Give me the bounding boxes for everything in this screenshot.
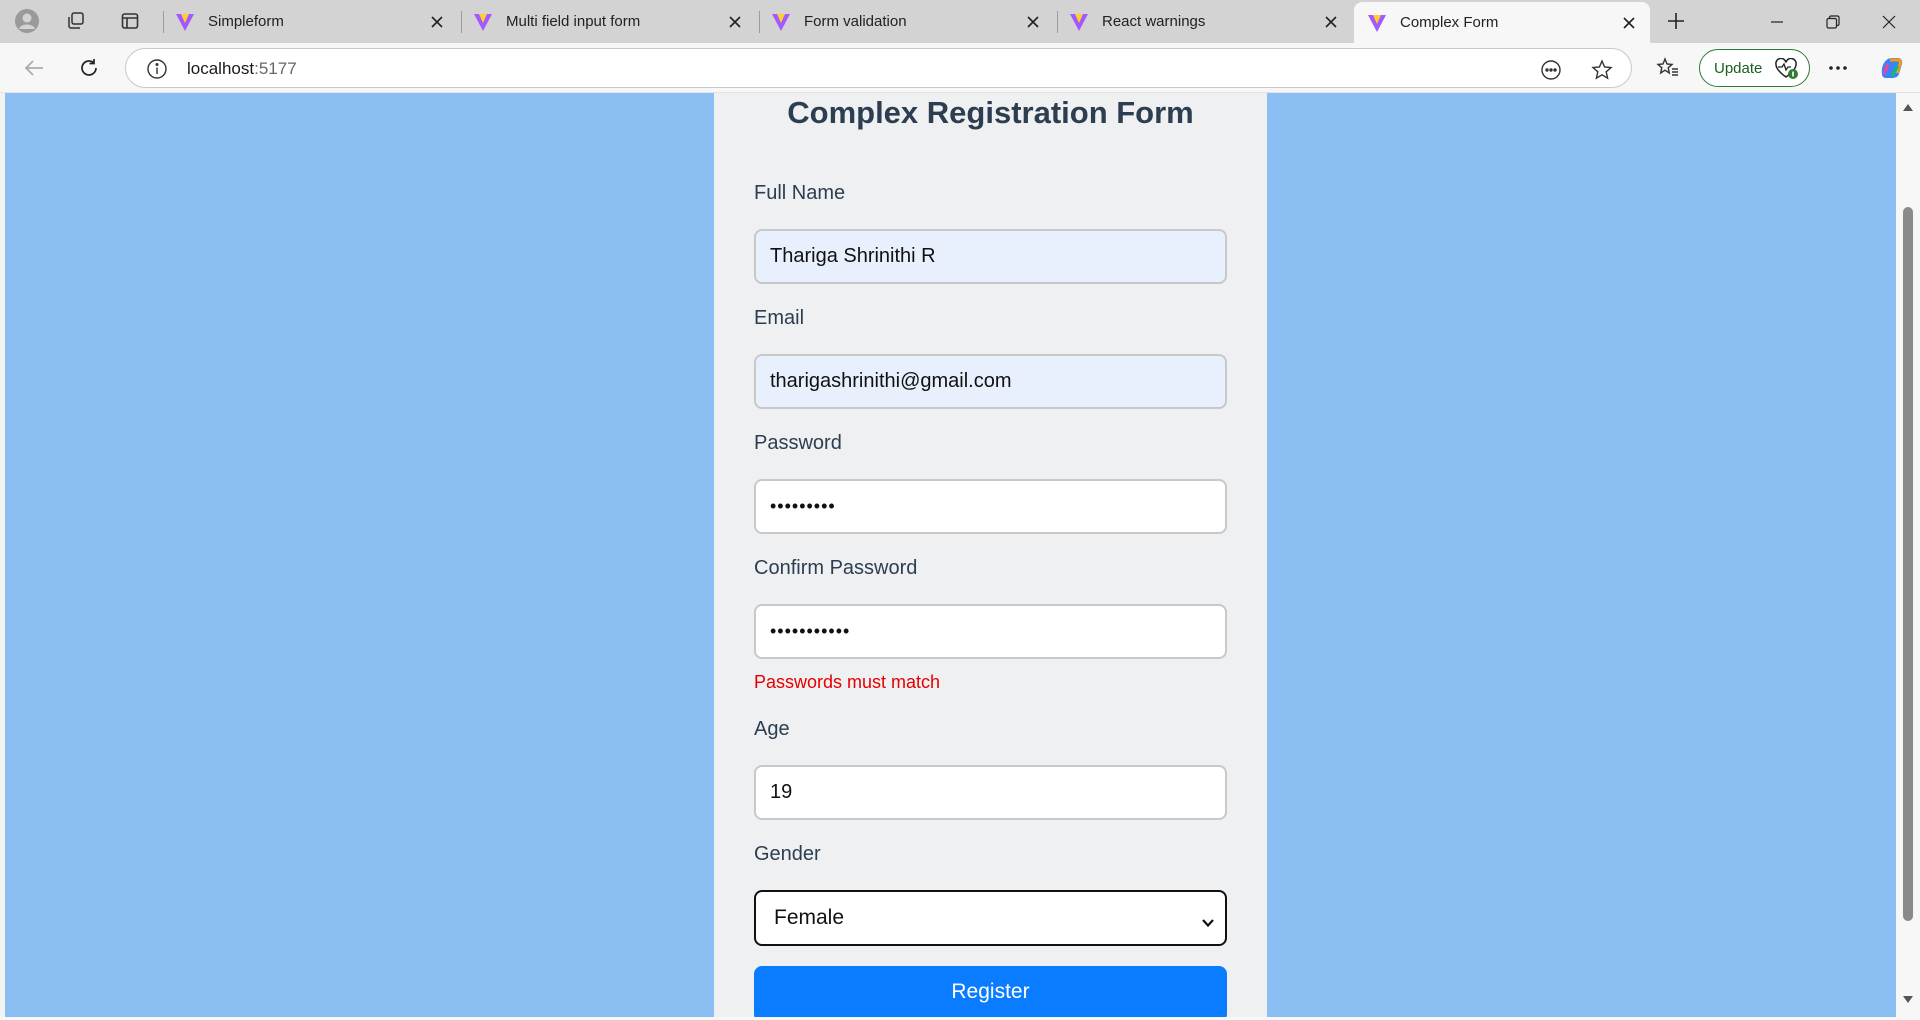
tab-react-warnings[interactable]: React warnings [1056, 0, 1352, 43]
vite-logo-icon [1070, 13, 1088, 31]
registration-form-card: Complex Registration Form Full Name Thar… [714, 93, 1267, 1017]
tab-title: Form validation [804, 13, 907, 30]
close-icon[interactable] [1320, 11, 1342, 33]
tab-strip: Simpleform Multi field input form Form v… [0, 0, 1920, 43]
form-title: Complex Registration Form [787, 95, 1194, 130]
read-aloud-icon[interactable] [1539, 58, 1563, 82]
tab-title: Simpleform [208, 13, 284, 30]
new-tab-icon[interactable] [1659, 6, 1693, 36]
address-bar[interactable]: localhost:5177 [125, 48, 1632, 88]
page-scrollbar[interactable] [1896, 93, 1920, 1020]
chevron-down-icon [1201, 911, 1215, 935]
update-label: Update [1714, 59, 1763, 77]
scrollbar-thumb[interactable] [1903, 207, 1913, 921]
site-info-icon[interactable] [146, 58, 168, 80]
back-icon[interactable] [16, 51, 52, 85]
tab-form-validation[interactable]: Form validation [758, 0, 1054, 43]
tab-simpleform[interactable]: Simpleform [162, 0, 458, 43]
full-name-input[interactable]: Thariga Shrinithi R [754, 229, 1227, 284]
email-input[interactable]: tharigashrinithi@gmail.com [754, 354, 1227, 409]
tab-title: React warnings [1102, 13, 1206, 30]
register-button[interactable]: Register [754, 966, 1227, 1017]
window-close-icon[interactable] [1861, 0, 1917, 43]
close-icon[interactable] [426, 11, 448, 33]
heartbeat-icon [1775, 57, 1799, 84]
tab-multi-field-input-form[interactable]: Multi field input form [460, 0, 756, 43]
profile-icon[interactable] [10, 6, 44, 36]
email-label: Email [754, 307, 805, 329]
minimize-icon[interactable] [1749, 0, 1805, 43]
favorites-icon[interactable] [1650, 51, 1686, 85]
tab-complex-form[interactable]: Complex Form [1354, 2, 1650, 43]
gender-select[interactable]: Female [754, 890, 1227, 946]
full-name-label: Full Name [754, 182, 846, 204]
confirm-password-input[interactable]: ••••••••••• [754, 604, 1227, 659]
close-icon[interactable] [1618, 12, 1640, 34]
password-label: Password [754, 432, 842, 454]
confirm-password-label: Confirm Password [754, 557, 918, 579]
browser-toolbar: localhost:5177 Update [0, 43, 1920, 93]
copilot-icon[interactable] [1874, 51, 1910, 85]
close-icon[interactable] [1022, 11, 1044, 33]
vite-logo-icon [772, 13, 790, 31]
gender-selected-value: Female [774, 906, 845, 929]
scroll-up-icon[interactable] [1901, 101, 1915, 113]
page-viewport: Complex Registration Form Full Name Thar… [5, 93, 1896, 1017]
url-text[interactable]: localhost:5177 [187, 59, 297, 79]
password-input[interactable]: ••••••••• [754, 479, 1227, 534]
close-icon[interactable] [724, 11, 746, 33]
vite-logo-icon [176, 13, 194, 31]
more-icon[interactable] [1820, 51, 1856, 85]
update-button[interactable]: Update [1699, 49, 1810, 87]
vite-logo-icon [1368, 14, 1386, 32]
age-input[interactable]: 19 [754, 765, 1227, 820]
vite-logo-icon [474, 13, 492, 31]
url-host: localhost [187, 59, 255, 78]
password-mismatch-error: Passwords must match [754, 672, 941, 692]
restore-icon[interactable] [1805, 0, 1861, 43]
favorite-star-icon[interactable] [1590, 58, 1614, 82]
refresh-icon[interactable] [71, 51, 107, 85]
url-port: :5177 [254, 59, 297, 78]
workspaces-icon[interactable] [59, 6, 93, 36]
tab-title: Multi field input form [506, 13, 641, 30]
age-label: Age [754, 718, 790, 740]
vertical-tabs-icon[interactable] [113, 6, 147, 36]
scroll-down-icon[interactable] [1901, 994, 1915, 1006]
gender-label: Gender [754, 843, 821, 865]
tab-title: Complex Form [1400, 14, 1499, 31]
